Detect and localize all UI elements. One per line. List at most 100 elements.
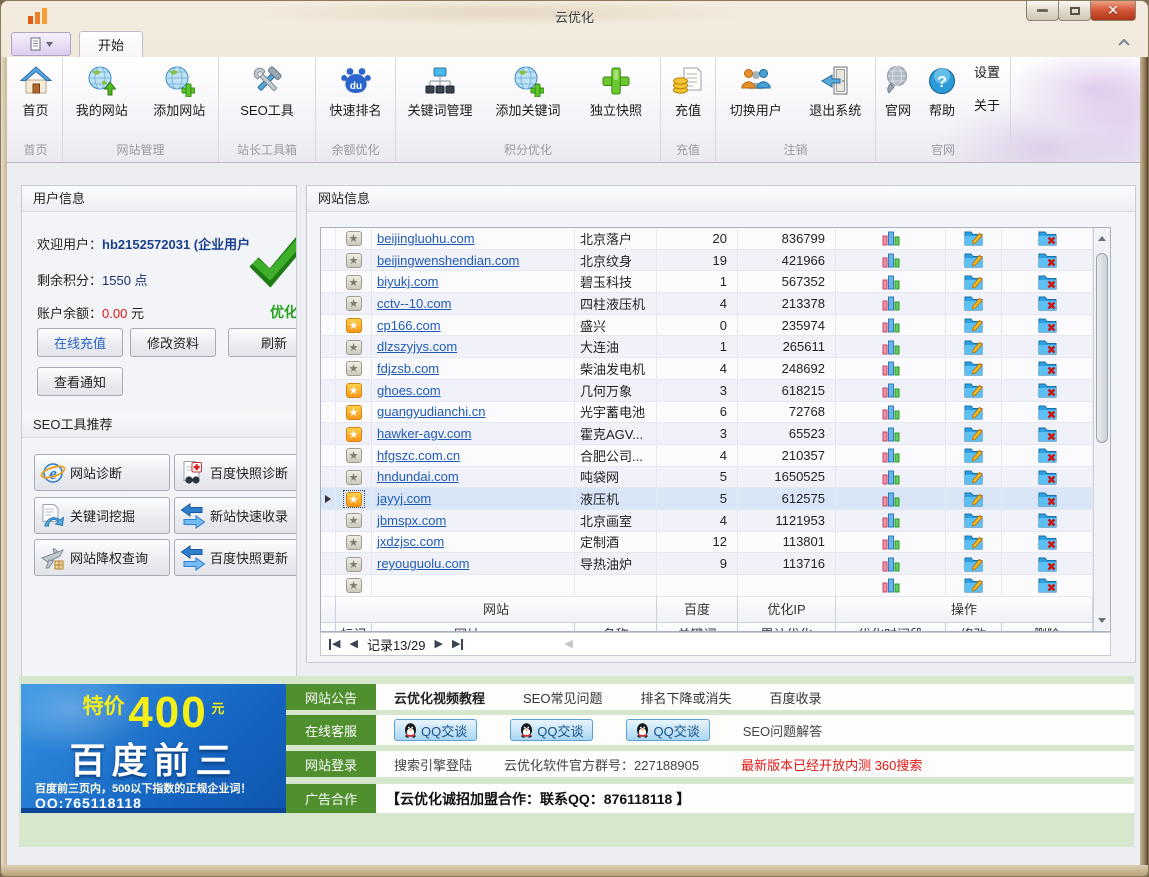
site-url-link[interactable]: dlzszyjys.com [377, 339, 457, 354]
scroll-up-icon[interactable] [1094, 230, 1110, 247]
star-gold-icon[interactable]: ★ [346, 318, 362, 333]
star-gold-icon[interactable]: ★ [346, 405, 362, 420]
table-row[interactable]: ★biyukj.com碧玉科技1567352 [321, 271, 1110, 293]
last-page-button[interactable]: ▶ [452, 639, 463, 650]
site-url-link[interactable]: reyouguolu.com [377, 556, 470, 571]
edit-cell[interactable] [946, 553, 1002, 575]
optimize-period-cell[interactable] [836, 336, 946, 358]
star-gray-icon[interactable]: ★ [346, 470, 362, 485]
delete-cell[interactable] [1002, 467, 1093, 489]
application-menu-button[interactable] [11, 32, 71, 56]
optimize-period-cell[interactable] [836, 445, 946, 467]
scrollbar-thumb[interactable] [1096, 253, 1108, 443]
table-row[interactable]: ★hndundai.com吨袋网51650525 [321, 467, 1110, 489]
site-url-link[interactable]: hfgszc.com.cn [377, 448, 460, 463]
table-row[interactable]: ★beijingluohu.com北京落户20836799 [321, 228, 1110, 250]
star-gray-icon[interactable]: ★ [346, 578, 362, 593]
site-url-link[interactable]: hawker-agv.com [377, 426, 471, 441]
login-item[interactable]: 搜索引擎登陆 [394, 755, 472, 774]
view-notices-button[interactable]: 查看通知 [37, 367, 123, 396]
announce-link-百度收录[interactable]: 百度收录 [770, 688, 822, 707]
optimize-period-cell[interactable] [836, 467, 946, 489]
ribbon-button-SEO工具[interactable]: SEO工具 [219, 62, 315, 119]
ribbon-button-添加关键词[interactable]: 添加关键词 [484, 62, 572, 119]
table-row[interactable]: ★cp166.com盛兴0235974 [321, 315, 1110, 337]
star-gray-icon[interactable]: ★ [346, 513, 362, 528]
table-row[interactable]: ★guangyudianchi.cn光宇蓄电池672768 [321, 402, 1110, 424]
table-row[interactable]: ★beijingwenshendian.com北京纹身19421966 [321, 250, 1110, 272]
optimize-period-cell[interactable] [836, 358, 946, 380]
star-gray-icon[interactable]: ★ [346, 448, 362, 463]
table-row[interactable]: ★hfgszc.com.cn合肥公司...4210357 [321, 445, 1110, 467]
optimize-period-cell[interactable] [836, 228, 946, 250]
column-header-名称[interactable]: 名称 [575, 623, 657, 632]
delete-cell[interactable] [1002, 380, 1093, 402]
table-row[interactable]: ★jxdzjsc.com定制酒12113801 [321, 532, 1110, 554]
table-row[interactable]: ★dlzszyjys.com大连油1265611 [321, 336, 1110, 358]
column-header-删除[interactable]: 删除 [1002, 623, 1093, 632]
table-row[interactable]: ★jbmspx.com北京画室41121953 [321, 510, 1110, 532]
star-gray-icon[interactable]: ★ [346, 231, 362, 246]
delete-cell[interactable] [1002, 423, 1093, 445]
column-header-累计优化[interactable]: 累计优化 [738, 623, 836, 632]
edit-cell[interactable] [946, 488, 1002, 510]
minimize-button[interactable] [1026, 1, 1059, 21]
edit-cell[interactable] [946, 445, 1002, 467]
delete-cell[interactable] [1002, 532, 1093, 554]
seo-tool-button-网站降权查询[interactable]: 网站降权查询 [34, 539, 170, 576]
star-gray-icon[interactable]: ★ [346, 275, 362, 290]
qq-chat-button[interactable]: QQ交谈 [626, 719, 709, 741]
edit-cell[interactable] [946, 575, 1002, 597]
qq-chat-button[interactable]: QQ交谈 [394, 719, 477, 741]
edit-cell[interactable] [946, 358, 1002, 380]
delete-cell[interactable] [1002, 228, 1093, 250]
next-page-button[interactable]: ▶ [434, 639, 442, 650]
edit-cell[interactable] [946, 510, 1002, 532]
login-item[interactable]: 云优化软件官方群号：227188905 [504, 755, 699, 774]
ribbon-button-快速排名[interactable]: du快速排名 [316, 62, 395, 119]
table-row[interactable]: ★hawker-agv.com霍克AGV...365523 [321, 423, 1110, 445]
ribbon-button-添加网站[interactable]: 添加网站 [141, 62, 219, 119]
column-header-关键词[interactable]: 关键词 [657, 623, 738, 632]
site-url-link[interactable]: jxdzjsc.com [377, 534, 444, 549]
maximize-button[interactable] [1058, 1, 1091, 21]
optimize-period-cell[interactable] [836, 532, 946, 554]
star-gray-icon[interactable]: ★ [346, 557, 362, 572]
optimize-period-cell[interactable] [836, 488, 946, 510]
edit-cell[interactable] [946, 467, 1002, 489]
site-url-link[interactable]: beijingluohu.com [377, 231, 475, 246]
optimize-period-cell[interactable] [836, 315, 946, 337]
site-url-link[interactable]: beijingwenshendian.com [377, 253, 519, 268]
optimize-period-cell[interactable] [836, 402, 946, 424]
optimize-period-cell[interactable] [836, 250, 946, 272]
edit-cell[interactable] [946, 250, 1002, 272]
column-header-修改[interactable]: 修改 [946, 623, 1002, 632]
ribbon-button-首页[interactable]: 首页 [9, 62, 62, 119]
close-button[interactable]: ✕ [1090, 1, 1136, 21]
ribbon-button-帮助[interactable]: ?帮助 [920, 62, 964, 119]
edit-cell[interactable] [946, 402, 1002, 424]
delete-cell[interactable] [1002, 553, 1093, 575]
site-url-link[interactable]: ghoes.com [377, 383, 441, 398]
ribbon-button-关键词管理[interactable]: 关键词管理 [396, 62, 484, 119]
table-row[interactable]: ★cctv--10.com四柱液压机4213378 [321, 293, 1110, 315]
star-gray-icon[interactable]: ★ [346, 340, 362, 355]
delete-cell[interactable] [1002, 402, 1093, 424]
star-gray-icon[interactable]: ★ [346, 535, 362, 550]
column-header-标记[interactable]: 标记 [336, 623, 372, 632]
column-header-优化时间段[interactable]: 优化时间段 [836, 623, 946, 632]
table-row[interactable]: ★reyouguolu.com导热油炉9113716 [321, 553, 1110, 575]
edit-cell[interactable] [946, 423, 1002, 445]
optimize-period-cell[interactable] [836, 423, 946, 445]
ribbon-button-我的网站[interactable]: 我的网站 [63, 62, 141, 119]
ribbon-button-独立快照[interactable]: 独立快照 [572, 62, 660, 119]
site-url-link[interactable]: cp166.com [377, 318, 441, 333]
delete-cell[interactable] [1002, 250, 1093, 272]
site-url-link[interactable]: jbmspx.com [377, 513, 446, 528]
edit-cell[interactable] [946, 228, 1002, 250]
ribbon-button-官网[interactable]: 官网 [876, 62, 920, 119]
site-url-link[interactable]: biyukj.com [377, 274, 438, 289]
optimize-period-cell[interactable] [836, 575, 946, 597]
ribbon-small-button-关于[interactable]: 关于 [974, 95, 1000, 114]
delete-cell[interactable] [1002, 575, 1093, 597]
